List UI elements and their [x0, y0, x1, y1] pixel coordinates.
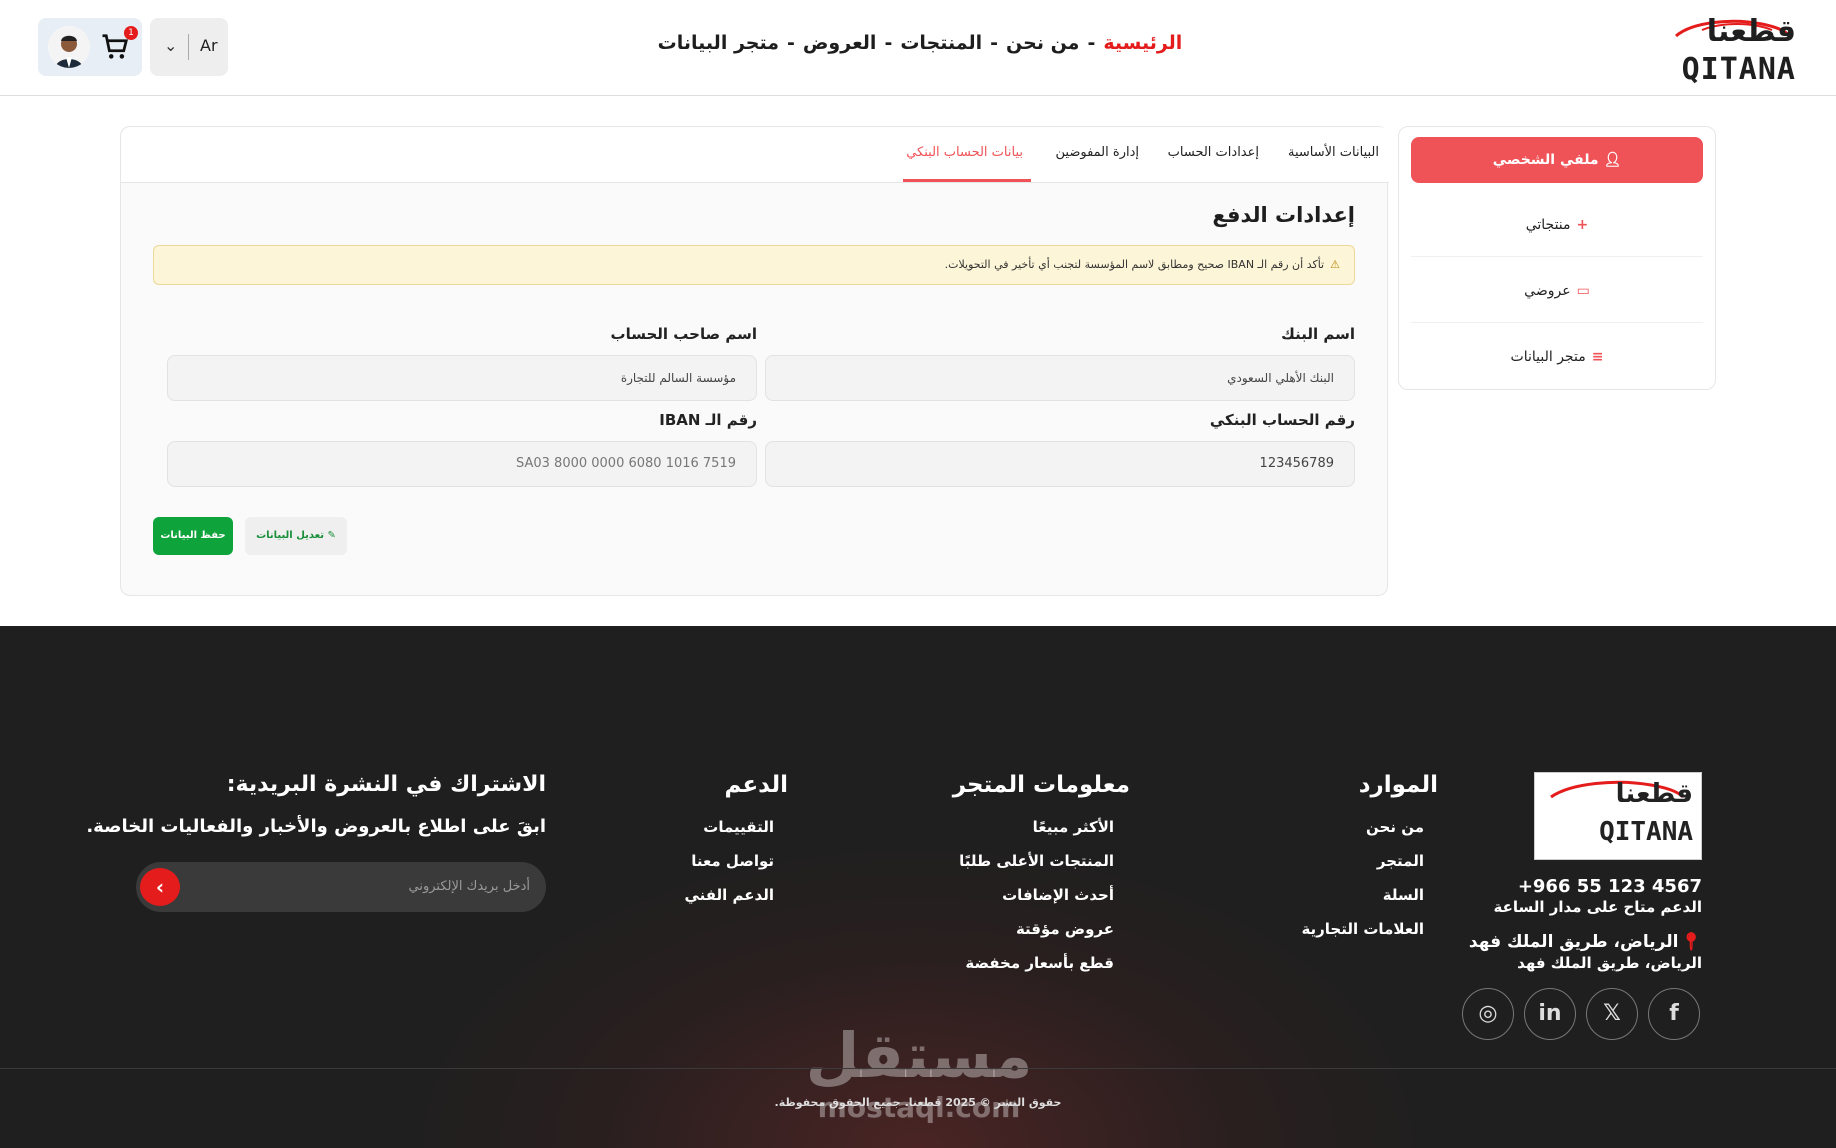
account-number-field[interactable]: 123456789	[765, 441, 1355, 487]
facebook-icon[interactable]: f	[1648, 988, 1700, 1040]
pencil-icon: ✎	[327, 530, 336, 541]
nav-products[interactable]: المنتجات	[900, 32, 982, 54]
newsletter-subtitle: ابقَ على اطلاع بالعروض والأخبار والفعالي…	[86, 816, 546, 837]
site-header: قطعنا QITANA الرئيسية-من نحن-المنتجات-ال…	[0, 0, 1836, 96]
sidebar-item-my-products[interactable]: +منتجاتي	[1411, 193, 1703, 257]
footer-link[interactable]: من نحن	[1366, 818, 1424, 836]
footer-store-info-title: معلومات المتجر	[952, 772, 1130, 798]
bank-name-field[interactable]: البنك الأهلي السعودي	[765, 355, 1355, 401]
copyright-text: حقوق النشر © 2025 قطعنا. جميع الحقوق محف…	[774, 1096, 1062, 1109]
tab-delegates[interactable]: إدارة المفوضين	[1056, 145, 1139, 160]
plus-icon: +	[1576, 217, 1589, 233]
instagram-icon[interactable]: ◎	[1462, 988, 1514, 1040]
user-actions: 1	[38, 18, 142, 76]
footer-support-text: الدعم متاح على مدار الساعة	[1493, 898, 1702, 916]
footer-link[interactable]: أحدث الإضافات	[1002, 886, 1114, 904]
logo-arabic-text: قطعنا	[1615, 779, 1693, 809]
footer-link[interactable]: الأكثر مبيعًا	[1033, 818, 1114, 836]
footer-address-secondary: الرياض، طريق الملك فهد	[1517, 954, 1702, 972]
footer-logo[interactable]: قطعنا QITANA	[1534, 772, 1702, 860]
linkedin-icon[interactable]: in	[1524, 988, 1576, 1040]
site-footer: قطعنا QITANA +966 55 123 4567 الدعم متاح…	[0, 626, 1836, 1148]
sidebar-item-my-offers[interactable]: ▭عروضي	[1411, 259, 1703, 323]
logo-english-text: QITANA	[1681, 52, 1796, 87]
active-tab-indicator	[903, 179, 1031, 182]
ticket-icon: ▭	[1576, 283, 1590, 299]
chevron-down-icon: ⌄	[164, 36, 178, 55]
nav-about[interactable]: من نحن	[1006, 32, 1079, 54]
save-button[interactable]: حفظ البيانات	[153, 517, 233, 555]
user-avatar[interactable]	[48, 26, 90, 68]
cart-count-badge: 1	[124, 26, 138, 40]
footer-link[interactable]: الدعم الفني	[684, 886, 774, 904]
logo-english-text: QITANA	[1599, 817, 1693, 847]
database-icon: ≡	[1591, 349, 1604, 365]
nav-home[interactable]: الرئيسية	[1103, 32, 1182, 54]
iban-label: رقم الـ IBAN	[659, 411, 757, 429]
newsletter-email-input[interactable]: أدخل بريدك الإلكتروني	[136, 862, 546, 912]
watermark: مستقل mostaql.com	[805, 1019, 1033, 1124]
x-twitter-icon[interactable]: 𝕏	[1586, 988, 1638, 1040]
chevron-left-icon: ‹	[155, 875, 165, 899]
footer-link[interactable]: تواصل معنا	[691, 852, 774, 870]
profile-sidebar: 👤︎ ملفي الشخصي +منتجاتي ▭عروضي ≡متجر الب…	[1398, 126, 1716, 390]
holder-name-label: اسم صاحب الحساب	[610, 325, 757, 343]
footer-link[interactable]: المتجر	[1377, 852, 1424, 870]
nav-offers[interactable]: العروض	[803, 32, 877, 54]
language-selector[interactable]: ⌄ Ar	[150, 18, 228, 76]
location-pin-icon: 📍︎	[1680, 932, 1702, 952]
tab-account-settings[interactable]: إعدادات الحساب	[1168, 145, 1259, 160]
newsletter-title: الاشتراك في النشرة البريدية:	[226, 772, 546, 797]
iban-field[interactable]: SA03 8000 0000 6080 1016 7519	[167, 441, 757, 487]
newsletter-submit-button[interactable]: ‹	[140, 868, 180, 906]
edit-button[interactable]: ✎ تعديل البيانات	[245, 517, 347, 555]
section-title: إعدادات الدفع	[1212, 203, 1355, 227]
iban-warning-alert: ⚠تأكد أن رقم الـ IBAN صحيح ومطابق لاسم ا…	[153, 245, 1355, 285]
logo-arabic-text: قطعنا	[1706, 14, 1796, 49]
avatar-icon	[48, 26, 90, 68]
sidebar-item-profile[interactable]: 👤︎ ملفي الشخصي	[1411, 137, 1703, 183]
nav-data-store[interactable]: متجر البيانات	[658, 32, 779, 54]
footer-link[interactable]: العلامات التجارية	[1301, 920, 1424, 938]
tab-bank-account[interactable]: بيانات الحساب البنكي	[906, 145, 1023, 160]
account-number-label: رقم الحساب البنكي	[1209, 411, 1355, 429]
footer-link[interactable]: قطع بأسعار مخفضة	[965, 954, 1114, 972]
footer-address: 📍︎الرياض، طريق الملك فهد	[1468, 932, 1702, 952]
site-logo[interactable]: قطعنا QITANA	[1666, 14, 1796, 87]
sidebar-item-data-store[interactable]: ≡متجر البيانات	[1411, 325, 1703, 389]
bank-name-label: اسم البنك	[1281, 325, 1355, 343]
settings-card: البيانات الأساسية إعدادات الحساب إدارة ا…	[120, 126, 1389, 596]
tab-basic-info[interactable]: البيانات الأساسية	[1288, 145, 1379, 160]
user-icon: 👤︎	[1603, 152, 1622, 168]
footer-link[interactable]: السلة	[1383, 886, 1424, 904]
settings-tabs: البيانات الأساسية إعدادات الحساب إدارة ا…	[121, 127, 1389, 183]
holder-name-field[interactable]: مؤسسة السالم للتجارة	[167, 355, 757, 401]
sidebar-item-label: ملفي الشخصي	[1492, 152, 1599, 168]
footer-resources-title: الموارد	[1358, 772, 1438, 798]
warning-icon: ⚠	[1330, 258, 1340, 271]
footer-support-title: الدعم	[724, 772, 788, 798]
main-nav: الرئيسية-من نحن-المنتجات-العروض-متجر الب…	[657, 32, 1183, 54]
footer-link[interactable]: عروض مؤقتة	[1016, 920, 1114, 938]
footer-phone: +966 55 123 4567	[1517, 876, 1702, 897]
footer-link[interactable]: المنتجات الأعلى طلبًا	[959, 852, 1114, 870]
footer-link[interactable]: التقييمات	[703, 818, 774, 836]
language-code: Ar	[200, 36, 218, 55]
